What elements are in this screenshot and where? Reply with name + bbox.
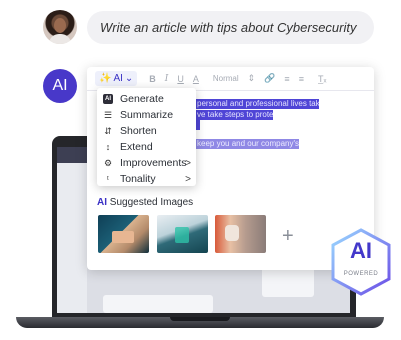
ai-tag: AI <box>97 197 107 208</box>
selected-text-line[interactable]: personal and professional lives taking <box>196 99 319 109</box>
avatar-face <box>54 18 66 33</box>
submenu-arrow-icon: > <box>185 157 191 169</box>
italic-button[interactable]: I <box>165 74 169 84</box>
ai-avatar: AI <box>43 69 77 103</box>
improvements-icon: ⚙ <box>103 157 113 168</box>
numbered-list-icon[interactable]: ≡ <box>284 74 289 84</box>
clear-format-icon[interactable]: T̲ₓ <box>318 74 326 84</box>
display-card <box>103 295 213 313</box>
submenu-arrow-icon: > <box>185 173 191 185</box>
suggested-images-label: Suggested Images <box>109 197 194 208</box>
badge-subtitle: POWERED <box>343 271 379 277</box>
prompt-bubble: Write an article with tips about Cyberse… <box>87 11 374 44</box>
magic-wand-icon: ✨ <box>99 73 112 84</box>
laptop-notch <box>170 317 230 321</box>
image-detail <box>112 231 134 243</box>
suggested-images-title: AI Suggested Images <box>97 197 193 208</box>
extend-icon: ↕ <box>105 142 111 152</box>
ai-actions-menu: AI Generate ☰ Summarize ⇵ Shorten ↕ Exte… <box>97 88 196 186</box>
avatar-body <box>49 34 71 44</box>
menu-item-tonality[interactable]: ᵗ Tonality > <box>97 171 196 187</box>
suggested-image-laptop[interactable] <box>98 215 149 253</box>
menu-item-generate[interactable]: AI Generate <box>97 91 196 107</box>
chevron-updown-icon[interactable]: ⇕ <box>248 73 256 84</box>
bullet-list-icon[interactable]: ≡ <box>299 74 304 84</box>
suggested-image-shield[interactable] <box>157 215 208 253</box>
menu-item-label: Generate <box>120 93 164 105</box>
tonality-icon: ᵗ <box>107 174 109 184</box>
ai-tool-label: AI <box>113 73 123 84</box>
summarize-icon: ☰ <box>103 109 113 120</box>
ai-powered-badge: AI POWERED <box>330 228 392 296</box>
menu-item-extend[interactable]: ↕ Extend <box>97 139 196 155</box>
style-select[interactable]: Normal <box>213 74 239 83</box>
selected-text-line[interactable]: ve take steps to protect <box>196 110 273 120</box>
selected-text-line[interactable] <box>196 120 200 130</box>
text-color-button[interactable]: A <box>193 74 199 84</box>
add-image-button[interactable]: + <box>282 226 294 246</box>
ai-tool-button[interactable]: ✨ AI ⌄ <box>95 71 138 86</box>
selected-text-line[interactable]: keep you and our company's <box>196 139 299 149</box>
chevron-down-icon: ⌄ <box>124 73 134 84</box>
bold-button[interactable]: B <box>149 74 156 84</box>
link-icon[interactable]: 🔗 <box>264 73 275 84</box>
menu-item-label: Tonality <box>120 173 156 185</box>
menu-item-label: Extend <box>120 141 153 153</box>
badge-title: AI <box>350 238 372 263</box>
underline-button[interactable]: U <box>177 74 184 84</box>
image-detail <box>225 225 239 241</box>
suggested-image-padlock[interactable] <box>215 215 266 253</box>
menu-item-summarize[interactable]: ☰ Summarize <box>97 107 196 123</box>
display-sidebar <box>57 163 87 313</box>
menu-item-shorten[interactable]: ⇵ Shorten <box>97 123 196 139</box>
menu-item-label: Improvements <box>120 157 187 169</box>
menu-item-label: Summarize <box>120 109 174 121</box>
menu-item-label: Shorten <box>120 125 157 137</box>
ai-badge-icon: AI <box>103 94 113 104</box>
shorten-icon: ⇵ <box>104 125 112 136</box>
image-detail <box>175 227 189 243</box>
user-avatar <box>43 10 77 44</box>
menu-item-improvements[interactable]: ⚙ Improvements > <box>97 155 196 171</box>
prompt-text: Write an article with tips about Cyberse… <box>100 20 357 35</box>
